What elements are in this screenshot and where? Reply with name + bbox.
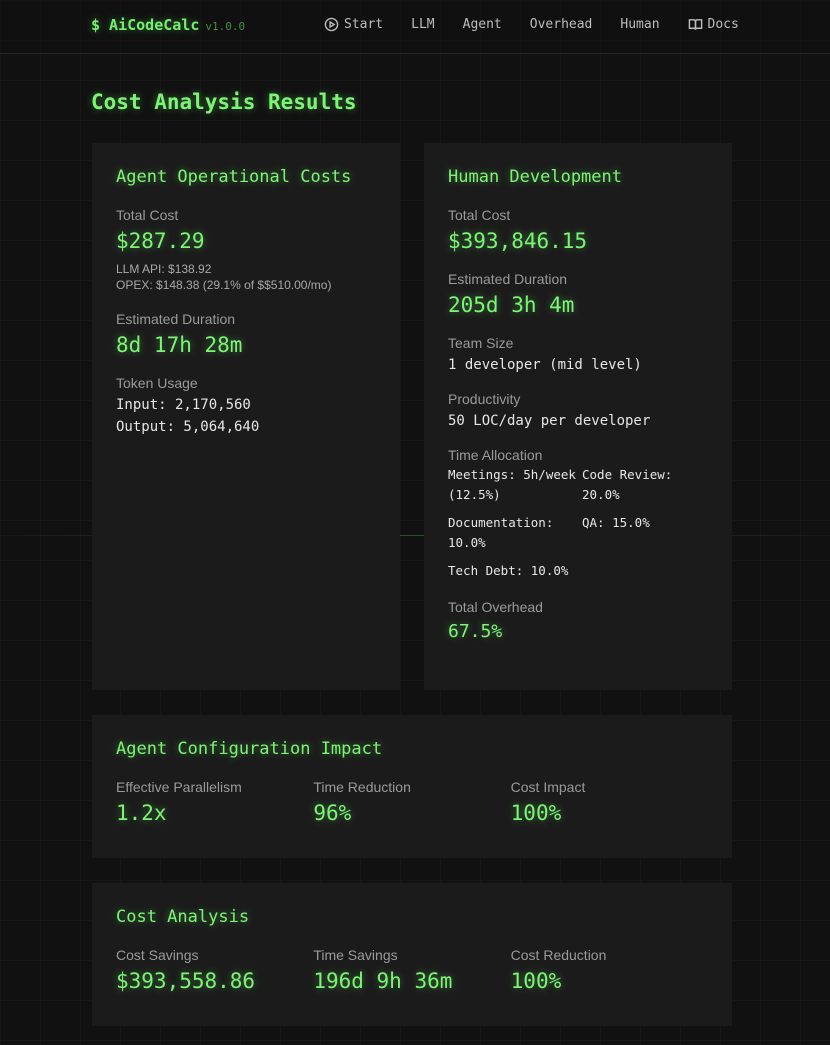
productivity-label: Productivity: [448, 391, 521, 407]
metric-value: 96%: [313, 801, 352, 825]
agent-config-card: Agent Configuration Impact Effective Par…: [92, 715, 732, 858]
agent-config-title: Agent Configuration Impact: [116, 739, 383, 759]
agent-duration-label: Estimated Duration: [116, 311, 236, 327]
metric-cost-reduction: Cost Reduction 100%: [511, 947, 708, 993]
token-output: Output: 5,064,640: [116, 419, 260, 435]
agent-costs-card: Agent Operational Costs Total Cost $287.…: [92, 143, 400, 690]
time-allocation-grid: Meetings: 5h/week (12.5%) Code Review: 2…: [448, 465, 708, 581]
nav-docs[interactable]: Docs: [688, 17, 739, 32]
metric-value: 196d 9h 36m: [313, 969, 453, 993]
cost-analysis-title: Cost Analysis: [116, 907, 250, 927]
metric-cost-impact: Cost Impact 100%: [511, 779, 708, 825]
metric-label: Effective Parallelism: [116, 779, 242, 795]
metric-value: 100%: [510, 969, 562, 993]
metric-cost-savings: Cost Savings $393,558.86: [116, 947, 313, 993]
total-overhead: 67.5%: [448, 621, 503, 642]
allocation-code-review: Code Review: 20.0%: [582, 467, 673, 502]
cost-analysis-metrics: Cost Savings $393,558.86 Time Savings 19…: [116, 947, 708, 993]
app-logo[interactable]: $ AiCodeCalc v1.0.0: [91, 16, 245, 34]
team-size-label: Team Size: [448, 335, 514, 351]
main-nav: Start LLM Agent Overhead Human Docs: [324, 17, 739, 32]
human-total-cost: $393,846.15: [448, 229, 588, 253]
metric-value: 100%: [510, 801, 562, 825]
llm-api-cost: LLM API: $138.92: [116, 262, 212, 276]
total-overhead-label: Total Overhead: [448, 599, 543, 615]
token-usage-label: Token Usage: [116, 375, 198, 391]
agent-costs-title: Agent Operational Costs: [116, 167, 352, 187]
nav-start-label: Start: [344, 17, 384, 32]
agent-duration: 8d 17h 28m: [116, 333, 243, 357]
agent-config-metrics: Effective Parallelism 1.2x Time Reductio…: [116, 779, 708, 825]
allocation-qa: QA: 15.0%: [582, 515, 650, 530]
page-title: Cost Analysis Results: [91, 90, 357, 114]
nav-llm[interactable]: LLM: [411, 17, 434, 32]
metric-time-reduction: Time Reduction 96%: [313, 779, 510, 825]
nav-llm-label: LLM: [411, 17, 435, 32]
nav-agent[interactable]: Agent: [463, 17, 502, 32]
agent-total-cost: $287.29: [116, 229, 205, 253]
metric-value: 1.2x: [116, 801, 167, 825]
nav-human-label: Human: [620, 17, 660, 32]
productivity: 50 LOC/day per developer: [448, 413, 651, 429]
nav-overhead-label: Overhead: [529, 17, 593, 32]
book-icon: [688, 19, 702, 30]
nav-docs-label: Docs: [707, 17, 739, 32]
metric-value: $393,558.86: [116, 969, 256, 993]
nav-agent-label: Agent: [462, 17, 502, 32]
nav-start[interactable]: Start: [324, 17, 383, 32]
token-input: Input: 2,170,560: [116, 397, 251, 413]
app-version: v1.0.0: [205, 20, 246, 33]
cost-analysis-card: Cost Analysis Cost Savings $393,558.86 T…: [92, 883, 732, 1026]
human-dev-card: Human Development Total Cost $393,846.15…: [424, 143, 732, 690]
metric-parallelism: Effective Parallelism 1.2x: [116, 779, 313, 825]
nav-human[interactable]: Human: [620, 17, 659, 32]
nav-overhead[interactable]: Overhead: [530, 17, 593, 32]
human-duration-label: Estimated Duration: [448, 271, 568, 287]
human-total-cost-label: Total Cost: [448, 207, 511, 223]
allocation-tech-debt: Tech Debt: 10.0%: [448, 563, 569, 578]
team-size: 1 developer (mid level): [448, 357, 642, 373]
agent-total-cost-label: Total Cost: [116, 207, 179, 223]
metric-label: Cost Impact: [510, 779, 586, 795]
play-circle-icon: [324, 17, 339, 32]
time-allocation-label: Time Allocation: [448, 447, 543, 463]
human-dev-title: Human Development: [448, 167, 622, 187]
human-duration: 205d 3h 4m: [448, 293, 575, 317]
metric-label: Cost Savings: [116, 947, 199, 963]
metric-time-savings: Time Savings 196d 9h 36m: [313, 947, 510, 993]
allocation-documentation: Documentation: 10.0%: [448, 515, 554, 550]
top-navbar: $ AiCodeCalc v1.0.0 Start LLM Agent Over…: [0, 0, 830, 54]
opex-cost: OPEX: $148.38 (29.1% of $$510.00/mo): [116, 278, 332, 292]
app-name: $ AiCodeCalc: [91, 16, 200, 34]
metric-label: Time Reduction: [313, 779, 411, 795]
metric-label: Cost Reduction: [510, 947, 607, 963]
metric-label: Time Savings: [313, 947, 398, 963]
allocation-meetings: Meetings: 5h/week (12.5%): [448, 467, 576, 502]
